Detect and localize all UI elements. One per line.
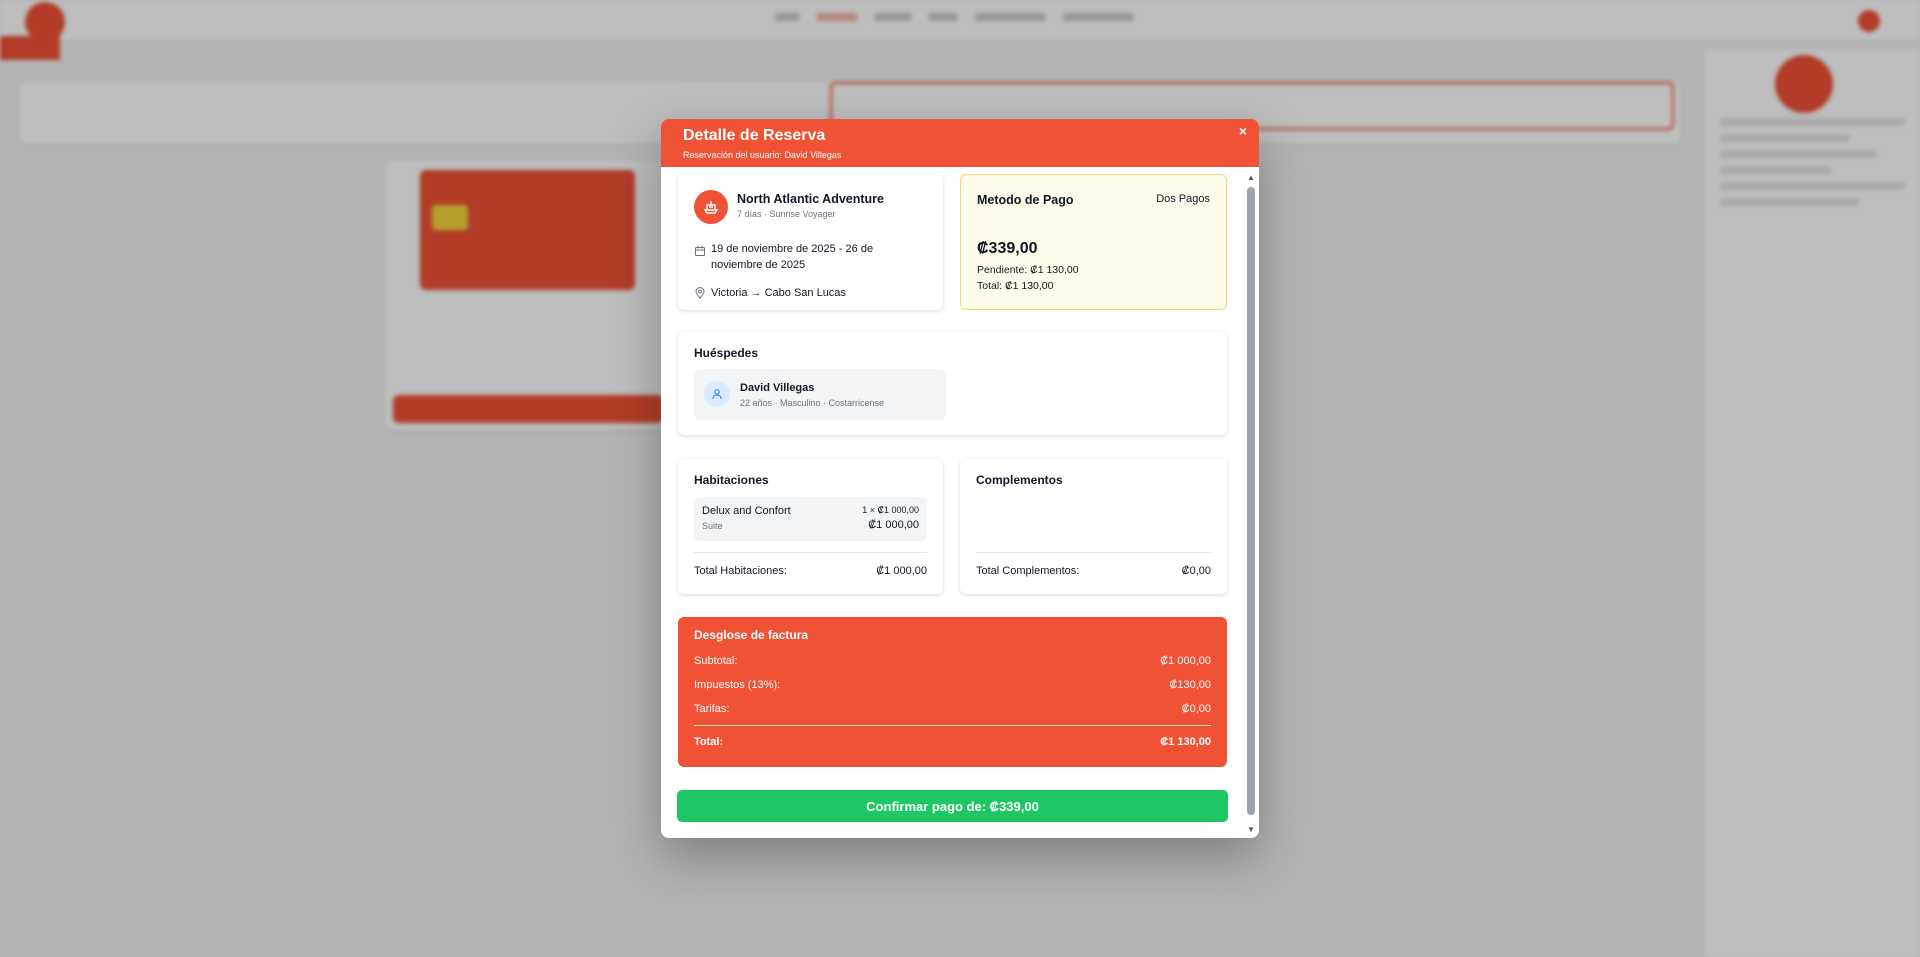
room-quantity: 1 × ₡1 000,00 xyxy=(862,505,919,515)
invoice-divider xyxy=(694,725,1211,726)
location-pin-icon xyxy=(695,287,705,299)
modal-subtitle: Reservación del usuario: David Villegas xyxy=(683,150,842,160)
invoice-total-label: Total: xyxy=(694,736,724,748)
rooms-title: Habitaciones xyxy=(694,473,769,487)
user-icon xyxy=(704,381,730,407)
payment-amount: ₡339,00 xyxy=(977,240,1038,257)
invoice-total-value: ₡1 130,00 xyxy=(1160,736,1211,748)
modal-body: North Atlantic Adventure 7 días · Sunris… xyxy=(661,167,1259,838)
room-name: Delux and Confort xyxy=(702,505,791,517)
invoice-row-label: Tarifas: xyxy=(694,703,730,715)
invoice-row-label: Impuestos (13%): xyxy=(694,679,781,691)
trip-card: North Atlantic Adventure 7 días · Sunris… xyxy=(678,174,943,310)
extras-total-value: ₡0,00 xyxy=(1181,565,1211,577)
invoice-row-value: ₡130,00 xyxy=(1169,679,1211,691)
extras-card: Complementos Total Complementos: ₡0,00 xyxy=(960,459,1227,594)
trip-dates: 19 de noviembre de 2025 - 26 de noviembr… xyxy=(711,243,874,271)
modal-header: Detalle de Reserva Reservación del usuar… xyxy=(661,119,1259,167)
extras-total-label: Total Complementos: xyxy=(976,565,1080,577)
calendar-icon xyxy=(695,246,705,256)
room-price: ₡1 000,00 xyxy=(868,519,919,531)
payment-pending: Pendiente: ₡1 130,00 xyxy=(977,264,1079,276)
payment-total: Total: ₡1 130,00 xyxy=(977,280,1054,292)
invoice-row-total: Total: ₡1 130,00 xyxy=(694,736,1211,748)
invoice-row-fees: Tarifas: ₡0,00 xyxy=(694,703,1211,715)
guests-title: Huéspedes xyxy=(694,346,759,360)
payment-method-title: Metodo de Pago xyxy=(977,193,1074,207)
payment-method-card: Metodo de Pago Dos Pagos ₡339,00 Pendien… xyxy=(960,174,1227,310)
guest-item: David Villegas 22 años · Masculino · Cos… xyxy=(694,369,946,420)
invoice-row-value: ₡1 000,00 xyxy=(1160,655,1211,667)
invoice-row-value: ₡0,00 xyxy=(1181,703,1211,715)
rooms-card: Habitaciones Delux and Confort Suite 1 ×… xyxy=(678,459,943,594)
rooms-total-value: ₡1 000,00 xyxy=(876,565,927,577)
invoice-row-taxes: Impuestos (13%): ₡130,00 xyxy=(694,679,1211,691)
guests-card: Huéspedes David Villegas 22 años · Mascu… xyxy=(678,332,1227,435)
extras-divider xyxy=(976,552,1211,553)
guest-name: David Villegas xyxy=(740,382,815,394)
guest-info: 22 años · Masculino · Costarricense xyxy=(740,398,885,408)
rooms-total-label: Total Habitaciones: xyxy=(694,565,787,577)
trip-route: Victoria → Cabo San Lucas xyxy=(711,287,846,299)
trip-name: North Atlantic Adventure xyxy=(737,192,884,206)
ship-icon xyxy=(694,190,728,224)
invoice-title: Desglose de factura xyxy=(694,628,809,642)
trip-details: 7 días · Sunrise Voyager xyxy=(737,209,836,219)
modal-scrollbar[interactable]: ▲ ▼ xyxy=(1246,173,1256,834)
confirm-payment-button[interactable]: Confirmar pago de: ₡339,00 xyxy=(677,790,1228,822)
scroll-down-arrow-icon[interactable]: ▼ xyxy=(1246,825,1256,835)
scroll-up-arrow-icon[interactable]: ▲ xyxy=(1246,173,1256,183)
invoice-row-label: Subtotal: xyxy=(694,655,738,667)
invoice-breakdown: Desglose de factura Subtotal: ₡1 000,00 … xyxy=(678,617,1227,767)
payment-mode: Dos Pagos xyxy=(1156,193,1210,205)
invoice-row-subtotal: Subtotal: ₡1 000,00 xyxy=(694,655,1211,667)
modal-title: Detalle de Reserva xyxy=(683,127,826,144)
close-button[interactable]: × xyxy=(1235,123,1251,139)
extras-title: Complementos xyxy=(976,473,1063,487)
room-item: Delux and Confort Suite 1 × ₡1 000,00 ₡1… xyxy=(694,497,927,541)
room-type: Suite xyxy=(702,521,723,531)
scrollbar-thumb[interactable] xyxy=(1247,187,1255,815)
rooms-divider xyxy=(694,552,927,553)
reservation-detail-modal: Detalle de Reserva Reservación del usuar… xyxy=(661,119,1259,838)
